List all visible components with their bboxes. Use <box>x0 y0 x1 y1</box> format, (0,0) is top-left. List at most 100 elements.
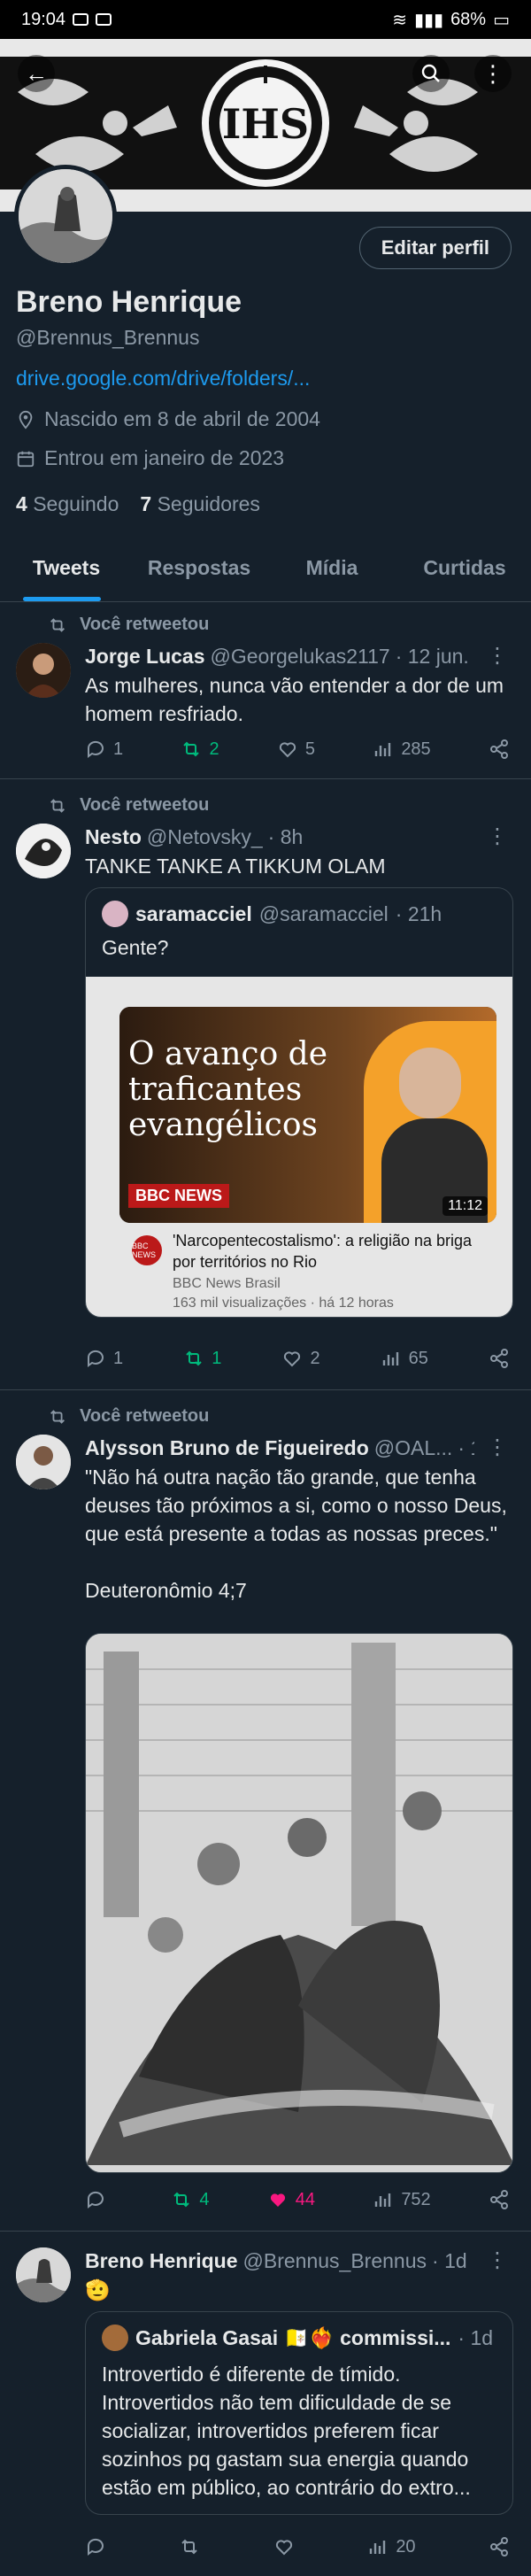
retweet-button[interactable] <box>179 2536 200 2557</box>
avatar-image <box>16 1435 71 1489</box>
tweet-item[interactable]: Você retweetou Jorge Lucas @Georgelukas2… <box>0 602 531 779</box>
avatar-image <box>16 643 71 698</box>
tweet-text: As mulheres, nunca vão entender a dor de… <box>85 674 504 725</box>
tweet-avatar[interactable] <box>16 643 71 698</box>
tweet-actions: 1 2 5 285 <box>85 739 510 760</box>
author-handle: @Georgelukas2117 <box>210 645 390 668</box>
retweet-button[interactable]: 1 <box>183 1348 221 1369</box>
tab-media[interactable]: Mídia <box>266 535 398 601</box>
retweet-button[interactable]: 4 <box>171 2189 209 2210</box>
quote-author-handle: @saramacciel <box>258 901 389 925</box>
edit-profile-button[interactable]: Editar perfil <box>358 227 512 269</box>
views-button[interactable]: 65 <box>381 1348 428 1369</box>
birth-date: Nascido em 8 de abril de 2004 <box>44 407 320 430</box>
quoted-tweet[interactable]: Gabriela Gasai 🇻🇦❤️‍🔥 commissi... · 1d I… <box>85 2311 513 2515</box>
tweet-actions: 20 <box>85 2536 510 2557</box>
analytics-icon <box>375 743 391 756</box>
more-vertical-icon[interactable]: ⋮ <box>487 1435 508 1460</box>
tweet-avatar[interactable] <box>16 2247 71 2302</box>
channel-avatar: BBC NEWS <box>132 1235 162 1265</box>
tweet-header: Nesto @Netovsky_ · 8h <box>85 825 474 849</box>
tweet-item[interactable]: Breno Henrique @Brennus_Brennus · 1d ⋮ 🫡… <box>0 2235 531 2576</box>
author-name[interactable]: Breno Henrique <box>85 2249 238 2273</box>
profile-avatar[interactable] <box>14 165 117 267</box>
views-button[interactable]: 285 <box>373 739 431 760</box>
share-button[interactable] <box>489 2189 510 2210</box>
following-link[interactable]: 4 Seguindo <box>16 492 119 516</box>
tweet-avatar[interactable] <box>16 824 71 878</box>
share-icon <box>490 2190 508 2209</box>
retweet-icon <box>50 798 65 813</box>
author-name[interactable]: Jorge Lucas <box>85 645 205 669</box>
video-stats: 163 mil visualizações · há 12 horas <box>173 1296 394 1311</box>
video-thumbnail[interactable]: O avanço de traficantes evangélicos BBC … <box>119 1007 496 1223</box>
heart-filled-icon <box>270 2193 285 2207</box>
share-button[interactable] <box>489 1348 510 1369</box>
tweet-time: · 1d <box>458 1436 474 1459</box>
tweet-header: Alysson Bruno de Figueiredo @OAL... · 1d <box>85 1436 474 1460</box>
share-button[interactable] <box>489 2536 510 2557</box>
quote-image[interactable]: O avanço de traficantes evangélicos BBC … <box>86 977 512 1317</box>
retweet-button[interactable]: 2 <box>181 739 219 760</box>
quote-time: · 21h <box>395 901 442 925</box>
quote-header: Gabriela Gasai 🇻🇦❤️‍🔥 commissi... · 1d <box>102 2325 500 2351</box>
like-button[interactable]: 5 <box>277 739 315 760</box>
avatar-image <box>19 169 112 263</box>
share-icon <box>490 1349 508 1368</box>
quote-author-name: saramacciel <box>135 901 252 925</box>
quote-text: Gente? <box>102 936 169 959</box>
profile-link[interactable]: drive.google.com/drive/folders/... <box>16 367 310 391</box>
channel-name: BBC News Brasil <box>173 1276 281 1291</box>
reply-button[interactable] <box>85 2189 113 2210</box>
signal-icon: ▮▮▮ <box>414 10 444 30</box>
reply-icon <box>87 1350 104 1367</box>
gallery-notification-icon <box>73 13 89 26</box>
tweet-avatar[interactable] <box>16 1435 71 1489</box>
battery-icon: ▭ <box>493 10 510 30</box>
profile-handle: @Brennus_Brennus <box>16 326 200 349</box>
follow-stats: 4 Seguindo 7 Seguidores <box>16 492 260 516</box>
tab-tweets[interactable]: Tweets <box>0 535 133 601</box>
quoted-tweet[interactable]: saramacciel @saramacciel · 21h Gente? O … <box>85 887 513 1318</box>
retweet-icon <box>50 617 65 632</box>
reply-button[interactable]: 1 <box>85 1348 123 1369</box>
battery-level: 68% <box>450 9 487 29</box>
tweet-time: · 12 jun. <box>395 645 469 668</box>
more-vertical-icon[interactable]: ⋮ <box>487 824 508 849</box>
like-button[interactable]: 44 <box>267 2189 315 2210</box>
tweet-text: 🫡 <box>85 2278 111 2301</box>
video-duration: 11:12 <box>442 1196 488 1216</box>
avatar-image <box>16 2247 71 2302</box>
more-vertical-icon[interactable]: ⋮ <box>487 643 508 669</box>
views-button[interactable]: 20 <box>367 2536 416 2557</box>
more-vertical-icon[interactable]: ⋮ <box>487 2247 508 2273</box>
back-button[interactable]: ← <box>18 55 55 92</box>
more-button[interactable]: ⋮ <box>474 55 512 92</box>
search-button[interactable] <box>412 55 450 92</box>
reply-button[interactable] <box>85 2536 106 2557</box>
status-bar: 19:04 ≋ ▮▮▮ 68% ▭ <box>0 0 531 39</box>
tab-replies[interactable]: Respostas <box>133 535 266 601</box>
calendar-icon <box>17 451 35 467</box>
retweet-label: Você retweetou <box>48 1406 209 1427</box>
author-name[interactable]: Alysson Bruno de Figueiredo <box>85 1436 369 1460</box>
analytics-icon <box>382 1352 398 1365</box>
share-button[interactable] <box>489 739 510 760</box>
like-button[interactable]: 2 <box>281 1348 320 1369</box>
tab-likes[interactable]: Curtidas <box>398 535 531 601</box>
tweet-header: Breno Henrique @Brennus_Brennus · 1d <box>85 2249 474 2273</box>
retweet-icon <box>173 2192 190 2208</box>
author-name[interactable]: Nesto <box>85 825 142 849</box>
retweet-label: Você retweetou <box>48 615 209 635</box>
tweet-image[interactable] <box>85 1633 513 2173</box>
reply-button[interactable]: 1 <box>85 739 123 760</box>
tweet-actions: 1 1 2 65 <box>85 1348 510 1369</box>
views-button[interactable]: 752 <box>373 2189 431 2210</box>
analytics-icon <box>375 2193 391 2207</box>
followers-link[interactable]: 7 Seguidores <box>140 492 260 516</box>
heart-icon <box>284 1351 301 1367</box>
tweet-item[interactable]: Você retweetou Alysson Bruno de Figueire… <box>0 1394 531 2232</box>
like-button[interactable] <box>273 2536 295 2557</box>
tweet-item[interactable]: Você retweetou Nesto @Netovsky_ · 8h ⋮ T… <box>0 783 531 1390</box>
reply-icon <box>87 2191 104 2209</box>
